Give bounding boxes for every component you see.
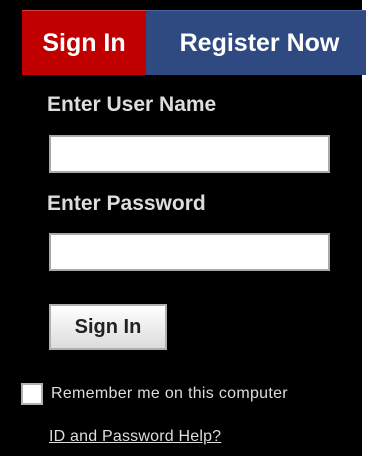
tab-register-now-label: Register Now [179,28,340,57]
remember-me-label[interactable]: Remember me on this computer [51,385,288,403]
tab-register-now[interactable]: Register Now [146,10,366,75]
remember-me-row: Remember me on this computer [21,383,288,405]
username-label: Enter User Name [47,93,217,116]
password-input[interactable] [49,233,330,271]
id-password-help-link[interactable]: ID and Password Help? [49,428,221,446]
tab-bar: Sign In Register Now [11,10,366,75]
tab-sign-in-label: Sign In [42,28,126,57]
sign-in-button[interactable]: Sign In [49,304,167,350]
sign-in-panel: Sign In Register Now Enter User Name Ent… [0,0,366,456]
remember-me-checkbox[interactable] [21,383,43,405]
username-input[interactable] [49,135,330,173]
password-label: Enter Password [47,192,206,215]
tab-sign-in[interactable]: Sign In [22,10,146,75]
